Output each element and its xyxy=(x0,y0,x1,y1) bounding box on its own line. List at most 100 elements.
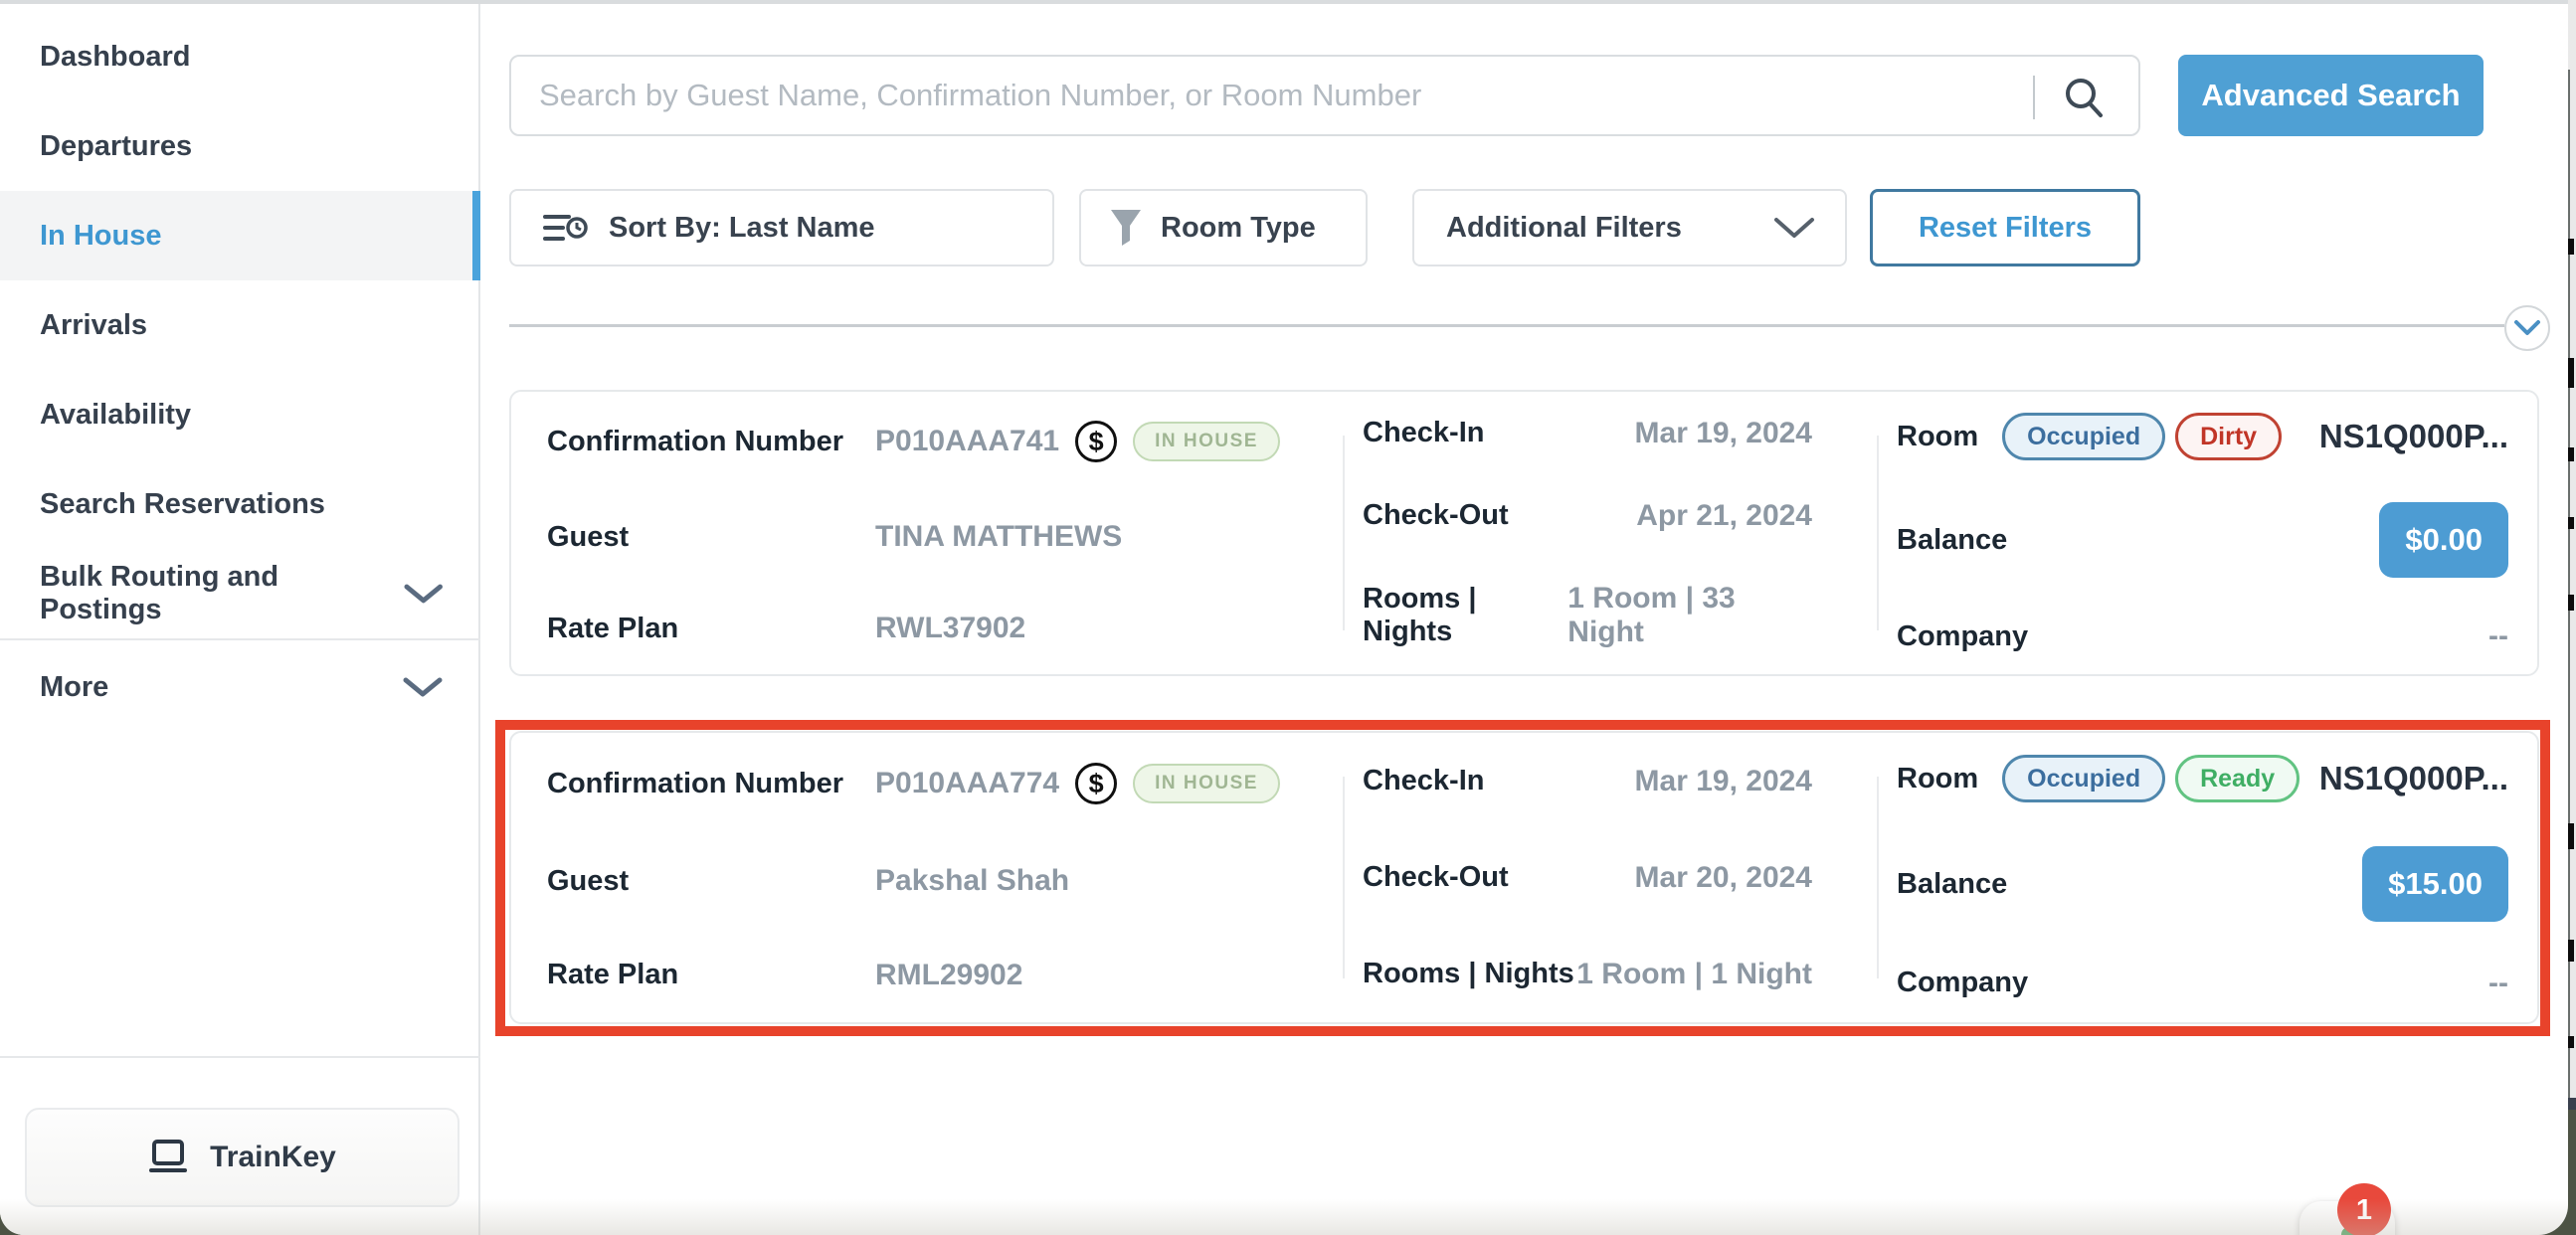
rooms-nights-value: 1 Room | 1 Night xyxy=(1576,958,1812,991)
balance-label: Balance xyxy=(1897,524,2007,557)
dollar-icon[interactable]: $ xyxy=(1075,763,1117,804)
room-label: Room xyxy=(1897,763,1978,795)
additional-filters-label: Additional Filters xyxy=(1446,212,1682,245)
company-value: -- xyxy=(2488,619,2508,653)
reservation-card[interactable]: Confirmation Number P010AAA774 $ IN HOUS… xyxy=(509,731,2539,1024)
sort-by-button[interactable]: Sort By: Last Name xyxy=(509,189,1054,266)
check-out-date: Apr 21, 2024 xyxy=(1636,499,1812,533)
advanced-search-button[interactable]: Advanced Search xyxy=(2178,55,2484,136)
screen-edge-mark xyxy=(2568,239,2574,255)
sidebar-item-label: Bulk Routing and Postings xyxy=(40,561,404,626)
rooms-nights-value: 1 Room | 33 Night xyxy=(1567,582,1812,649)
room-number: NS1Q000P... xyxy=(2319,760,2508,797)
sidebar-item-label: Search Reservations xyxy=(40,488,325,521)
trainkey-button[interactable]: TrainKey xyxy=(25,1108,460,1207)
reservation-card[interactable]: Confirmation Number P010AAA741 $ IN HOUS… xyxy=(509,390,2539,676)
additional-filters-dropdown[interactable]: Additional Filters xyxy=(1412,189,1847,266)
sidebar: Dashboard Departures In House Arrivals A… xyxy=(0,4,480,1235)
collapse-toggle[interactable] xyxy=(2504,305,2550,351)
chevron-down-icon xyxy=(404,583,443,605)
room-type-label: Room Type xyxy=(1161,212,1316,245)
card-column-divider xyxy=(1877,436,1879,630)
in-house-status-badge: IN HOUSE xyxy=(1133,422,1280,461)
notification-badge: 1 xyxy=(2337,1183,2391,1235)
sidebar-item-more[interactable]: More xyxy=(0,642,480,732)
search-divider xyxy=(2033,76,2035,119)
sort-by-label: Sort By: Last Name xyxy=(609,212,875,245)
rate-plan-value: RML29902 xyxy=(875,959,1022,992)
sidebar-item-in-house[interactable]: In House xyxy=(0,191,480,280)
sidebar-item-label: Arrivals xyxy=(40,309,147,342)
confirmation-number-value: P010AAA774 xyxy=(875,767,1059,800)
room-number: NS1Q000P... xyxy=(2319,418,2508,455)
guest-name: TINA MATTHEWS xyxy=(875,520,1122,554)
check-out-label: Check-Out xyxy=(1363,499,1509,532)
company-value: -- xyxy=(2488,967,2508,1000)
screen-edge-mark xyxy=(2568,1036,2574,1048)
card-column-divider xyxy=(1343,777,1345,978)
room-type-filter-button[interactable]: Room Type xyxy=(1079,189,1368,266)
sidebar-item-label: More xyxy=(40,671,108,704)
card-column-divider xyxy=(1343,436,1345,630)
sort-icon xyxy=(543,210,589,246)
rate-plan-value: RWL37902 xyxy=(875,612,1025,645)
sidebar-item-departures[interactable]: Departures xyxy=(0,101,480,191)
funnel-icon xyxy=(1109,208,1143,248)
rooms-nights-label: Rooms | Nights xyxy=(1363,583,1567,648)
confirmation-number-value: P010AAA741 xyxy=(875,425,1059,458)
check-in-date: Mar 19, 2024 xyxy=(1635,765,1812,798)
sidebar-footer-divider xyxy=(0,1056,480,1058)
chevron-down-icon xyxy=(1773,216,1815,240)
dollar-icon[interactable]: $ xyxy=(1075,421,1117,462)
sidebar-item-bulk-routing[interactable]: Bulk Routing and Postings xyxy=(0,549,480,638)
rooms-nights-label: Rooms | Nights xyxy=(1363,958,1574,990)
room-label: Room xyxy=(1897,421,1978,453)
in-house-status-badge: IN HOUSE xyxy=(1133,764,1280,803)
screen-edge-mark xyxy=(2568,447,2574,461)
trainkey-label: TrainKey xyxy=(210,1141,336,1174)
chat-app-icon[interactable]: 1 xyxy=(2300,1201,2395,1235)
screen-edge-mark xyxy=(2568,823,2574,849)
balance-label: Balance xyxy=(1897,868,2007,901)
balance-button[interactable]: $0.00 xyxy=(2379,502,2508,578)
screen-edge xyxy=(2568,0,2576,1098)
rate-plan-label: Rate Plan xyxy=(547,613,875,645)
laptop-icon xyxy=(148,1140,190,1175)
check-in-label: Check-In xyxy=(1363,765,1484,797)
confirmation-number-label: Confirmation Number xyxy=(547,768,875,800)
search-input[interactable] xyxy=(539,57,2011,134)
guest-label: Guest xyxy=(547,521,875,554)
app-window: Dashboard Departures In House Arrivals A… xyxy=(0,0,2568,1235)
balance-button[interactable]: $15.00 xyxy=(2362,846,2508,922)
screen-edge-mark xyxy=(2568,517,2574,529)
company-label: Company xyxy=(1897,967,2028,999)
sidebar-item-label: Availability xyxy=(40,399,191,432)
check-out-label: Check-Out xyxy=(1363,861,1509,894)
room-status-badge: Occupied xyxy=(2002,413,2165,460)
screen-edge-accent xyxy=(2568,1098,2576,1110)
card-column-divider xyxy=(1877,777,1879,978)
guest-label: Guest xyxy=(547,865,875,898)
reset-filters-button[interactable]: Reset Filters xyxy=(1870,189,2140,266)
guest-name: Pakshal Shah xyxy=(875,864,1069,898)
room-status-badge: Occupied xyxy=(2002,755,2165,802)
screen-edge-mark xyxy=(2568,595,2574,611)
content-divider xyxy=(509,324,2504,327)
screen-edge-mark xyxy=(2568,358,2574,388)
sidebar-item-label: In House xyxy=(40,220,161,253)
sidebar-item-arrivals[interactable]: Arrivals xyxy=(0,280,480,370)
sidebar-item-label: Dashboard xyxy=(40,41,190,74)
sidebar-item-search-reservations[interactable]: Search Reservations xyxy=(0,459,480,549)
company-label: Company xyxy=(1897,620,2028,653)
search-bar xyxy=(509,55,2140,136)
housekeeping-status-badge: Ready xyxy=(2175,755,2300,802)
search-icon[interactable] xyxy=(2061,75,2107,120)
rate-plan-label: Rate Plan xyxy=(547,959,875,991)
screen-edge-mark xyxy=(2568,940,2574,962)
sidebar-item-availability[interactable]: Availability xyxy=(0,370,480,459)
sidebar-item-label: Departures xyxy=(40,130,192,163)
sidebar-item-dashboard[interactable]: Dashboard xyxy=(0,12,480,101)
housekeeping-status-badge: Dirty xyxy=(2175,413,2282,460)
confirmation-number-label: Confirmation Number xyxy=(547,426,875,458)
check-in-date: Mar 19, 2024 xyxy=(1635,417,1812,450)
